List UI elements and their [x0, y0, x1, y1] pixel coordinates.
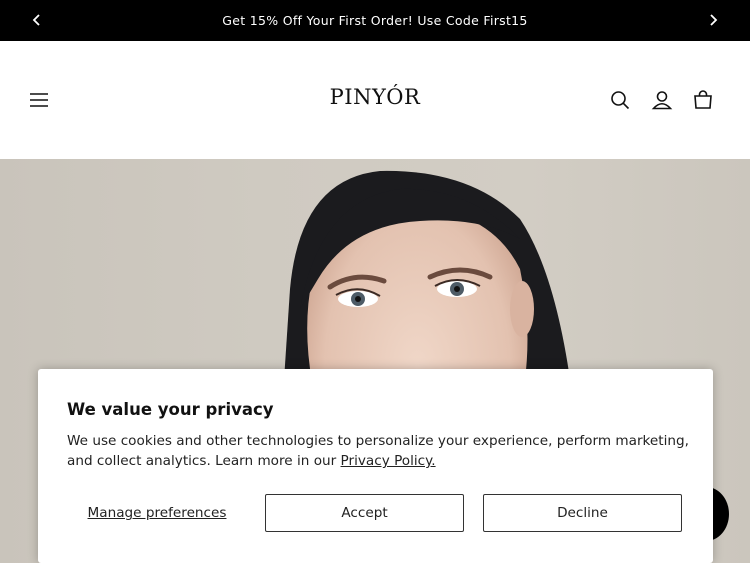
cart-icon[interactable] — [691, 88, 715, 112]
accept-button[interactable]: Accept — [265, 494, 464, 532]
decline-button[interactable]: Decline — [483, 494, 682, 532]
site-header: PINYÓR — [0, 41, 750, 159]
privacy-policy-link[interactable]: Privacy Policy. — [341, 453, 436, 469]
cookie-banner-title: We value your privacy — [67, 400, 274, 419]
search-icon[interactable] — [608, 88, 632, 112]
cookie-banner-body: We use cookies and other technologies to… — [67, 431, 692, 471]
announcement-bar: Get 15% Off Your First Order! Use Code F… — [0, 0, 750, 41]
announcement-text[interactable]: Get 15% Off Your First Order! Use Code F… — [222, 13, 527, 28]
chevron-right-icon[interactable] — [703, 10, 723, 30]
manage-preferences-link[interactable]: Manage preferences — [67, 494, 247, 532]
account-icon[interactable] — [650, 88, 674, 112]
chevron-left-icon[interactable] — [27, 10, 47, 30]
cookie-consent-banner: We value your privacy We use cookies and… — [38, 369, 713, 563]
site-logo[interactable]: PINYÓR — [0, 85, 750, 109]
